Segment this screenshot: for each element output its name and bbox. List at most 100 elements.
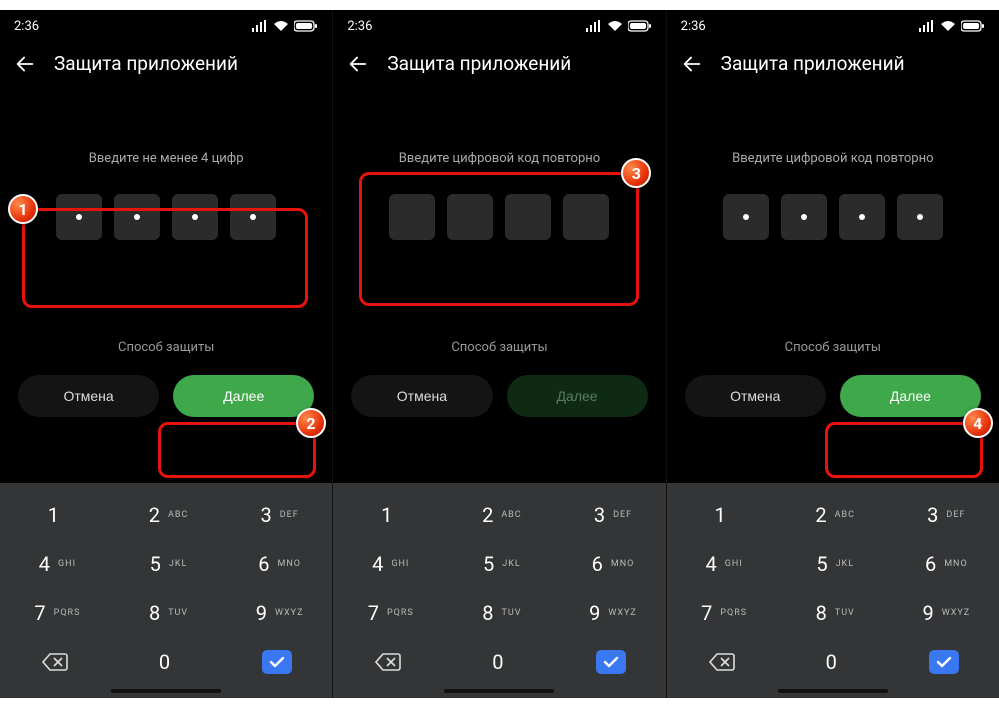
nav-bar: [0, 684, 332, 698]
keypad-confirm[interactable]: [556, 638, 666, 686]
protection-method-label[interactable]: Способ защиты: [0, 340, 332, 355]
pin-box: [563, 194, 609, 240]
back-arrow-icon[interactable]: [14, 53, 36, 75]
pin-box: [839, 194, 885, 240]
keypad-confirm[interactable]: [889, 638, 999, 686]
keypad-key-8[interactable]: 8TUV: [111, 589, 221, 637]
keypad-key-0[interactable]: 0: [444, 638, 554, 686]
keypad-key-1[interactable]: 1: [333, 491, 443, 539]
keypad-key-8[interactable]: 8TUV: [444, 589, 554, 637]
phone-screen-1: 2:36 Защита приложений Введите не менее …: [0, 10, 332, 698]
keypad-key-4[interactable]: 4GHI: [0, 540, 110, 588]
keypad-key-2[interactable]: 2ABC: [111, 491, 221, 539]
nav-bar: [333, 684, 665, 698]
wifi-icon: [607, 20, 623, 32]
pin-dot-icon: [76, 214, 82, 220]
signal-icon: [586, 20, 602, 32]
backspace-icon: [709, 652, 735, 672]
keypad-key-4[interactable]: 4GHI: [667, 540, 777, 588]
status-bar: 2:36: [667, 10, 999, 38]
keypad-key-8[interactable]: 8TUV: [778, 589, 888, 637]
annotation-highlight-4: [825, 422, 983, 478]
keypad-key-9[interactable]: 9WXYZ: [222, 589, 332, 637]
pin-input-row: [389, 194, 609, 240]
keypad-key-5[interactable]: 5JKL: [111, 540, 221, 588]
keypad-key-3[interactable]: 3DEF: [556, 491, 666, 539]
phone-screen-2: 2:36 Защита приложений Введите цифровой …: [332, 10, 665, 698]
cancel-button[interactable]: Отмена: [351, 375, 492, 417]
prompt-text: Введите не менее 4 цифр: [89, 151, 244, 166]
pin-box: [172, 194, 218, 240]
keypad-backspace[interactable]: [0, 638, 110, 686]
prompt-area: Введите не менее 4 цифр: [0, 151, 332, 240]
nav-handle-icon: [444, 689, 554, 693]
check-icon: [596, 650, 626, 674]
pin-box: [723, 194, 769, 240]
cancel-button[interactable]: Отмена: [18, 375, 159, 417]
keypad-key-2[interactable]: 2ABC: [444, 491, 554, 539]
cancel-button[interactable]: Отмена: [685, 375, 826, 417]
numeric-keypad: 12ABC3DEF 4GHI5JKL6MNO 7PQRS8TUV9WXYZ 0: [333, 483, 665, 698]
keypad-key-3[interactable]: 3DEF: [222, 491, 332, 539]
page-title: Защита приложений: [54, 52, 238, 75]
keypad-backspace[interactable]: [667, 638, 777, 686]
pin-box: [781, 194, 827, 240]
prompt-text: Введите цифровой код повторно: [732, 151, 933, 166]
battery-icon: [628, 20, 652, 32]
app-header: Защита приложений: [333, 38, 665, 83]
pin-box: [897, 194, 943, 240]
prompt-text: Введите цифровой код повторно: [399, 151, 600, 166]
keypad-key-5[interactable]: 5JKL: [444, 540, 554, 588]
keypad-key-9[interactable]: 9WXYZ: [889, 589, 999, 637]
protection-method-label[interactable]: Способ защиты: [333, 340, 665, 355]
back-arrow-icon[interactable]: [681, 53, 703, 75]
pin-input-row: [56, 194, 276, 240]
pin-dot-icon: [801, 214, 807, 220]
app-header: Защита приложений: [667, 38, 999, 83]
pin-box: [114, 194, 160, 240]
nav-handle-icon: [778, 689, 888, 693]
keypad-key-0[interactable]: 0: [111, 638, 221, 686]
button-row: Отмена Далее: [333, 375, 665, 417]
keypad-key-6[interactable]: 6MNO: [889, 540, 999, 588]
signal-icon: [252, 20, 268, 32]
pin-box: [447, 194, 493, 240]
numeric-keypad: 12ABC3DEF 4GHI5JKL6MNO 7PQRS8TUV9WXYZ 0: [0, 483, 332, 698]
check-icon: [929, 650, 959, 674]
pin-box: [230, 194, 276, 240]
keypad-confirm[interactable]: [222, 638, 332, 686]
pin-box: [389, 194, 435, 240]
pin-dot-icon: [134, 214, 140, 220]
keypad-key-6[interactable]: 6MNO: [556, 540, 666, 588]
keypad-key-2[interactable]: 2ABC: [778, 491, 888, 539]
keypad-key-4[interactable]: 4GHI: [333, 540, 443, 588]
next-button: Далее: [507, 375, 648, 417]
keypad-backspace[interactable]: [333, 638, 443, 686]
keypad-key-1[interactable]: 1: [0, 491, 110, 539]
protection-method-label[interactable]: Способ защиты: [667, 340, 999, 355]
back-arrow-icon[interactable]: [347, 53, 369, 75]
keypad-key-0[interactable]: 0: [778, 638, 888, 686]
status-time: 2:36: [14, 19, 39, 34]
status-time: 2:36: [681, 19, 706, 34]
keypad-key-7[interactable]: 7PQRS: [0, 589, 110, 637]
backspace-icon: [375, 652, 401, 672]
wifi-icon: [940, 20, 956, 32]
keypad-key-1[interactable]: 1: [667, 491, 777, 539]
status-bar: 2:36: [0, 10, 332, 38]
keypad-key-3[interactable]: 3DEF: [889, 491, 999, 539]
keypad-key-7[interactable]: 7PQRS: [667, 589, 777, 637]
keypad-key-6[interactable]: 6MNO: [222, 540, 332, 588]
pin-dot-icon: [917, 214, 923, 220]
prompt-area: Введите цифровой код повторно: [667, 151, 999, 240]
keypad-key-9[interactable]: 9WXYZ: [556, 589, 666, 637]
status-bar: 2:36: [333, 10, 665, 38]
app-header: Защита приложений: [0, 38, 332, 83]
signal-icon: [919, 20, 935, 32]
keypad-key-5[interactable]: 5JKL: [778, 540, 888, 588]
keypad-key-7[interactable]: 7PQRS: [333, 589, 443, 637]
page-title: Защита приложений: [387, 52, 571, 75]
next-button[interactable]: Далее: [173, 375, 314, 417]
next-button[interactable]: Далее: [840, 375, 981, 417]
button-row: Отмена Далее: [667, 375, 999, 417]
